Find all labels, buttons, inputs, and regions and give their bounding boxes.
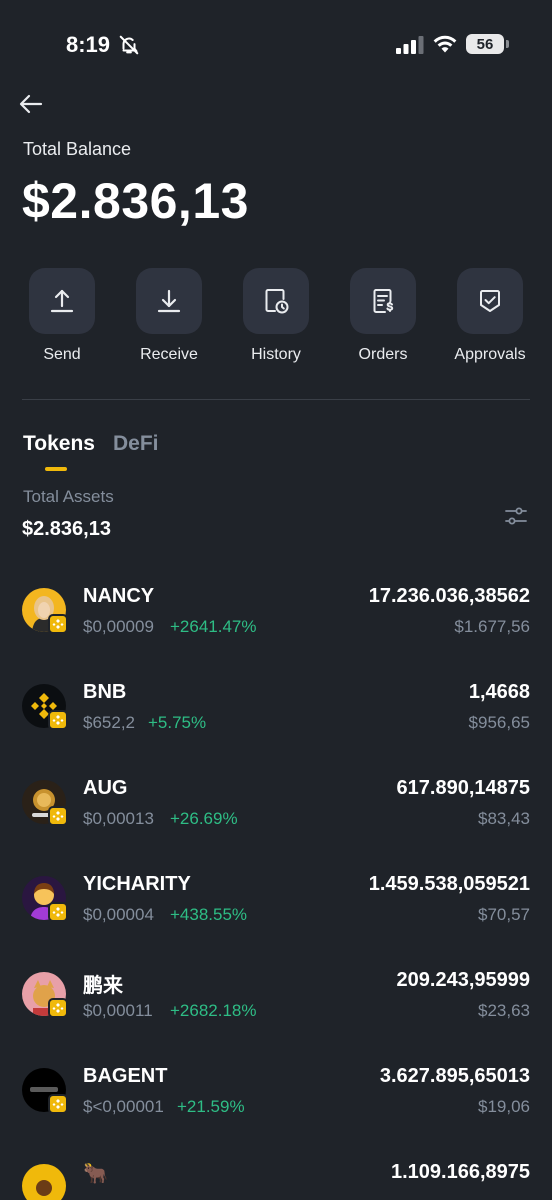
approvals-tile[interactable]: [457, 268, 523, 334]
token-price: $0,00004: [83, 905, 154, 924]
status-bar: 8:19 56: [0, 0, 552, 90]
history-tile[interactable]: [243, 268, 309, 334]
token-price: $0,00011: [83, 1001, 153, 1020]
token-amount: 1.459.538,059521: [368, 873, 530, 895]
token-change: +5.75%: [148, 713, 207, 732]
token-name: YICHARITY: [83, 873, 191, 895]
total-balance-value: $2.836,13: [22, 173, 249, 229]
quick-actions: Send Receive History Orders Approvals: [0, 268, 552, 378]
approvals-label: Approvals: [454, 346, 526, 363]
bnb-chain-badge-icon: [48, 806, 68, 826]
token-amount: 209.243,95999: [396, 969, 530, 991]
token-change: +2682.18%: [170, 1001, 257, 1020]
token-value: $70,57: [478, 905, 530, 924]
orders-icon: [373, 289, 394, 313]
bell-muted-icon: [119, 35, 139, 55]
token-value: $1.677,56: [454, 617, 530, 636]
history-label: History: [251, 346, 301, 363]
orders-button[interactable]: Orders: [337, 268, 429, 364]
total-assets-value: $2.836,13: [22, 518, 111, 540]
token-amount: 1,4668: [468, 681, 530, 703]
token-row-bnb[interactable]: BNB $652,2 +5.75% 1,4668 $956,65: [0, 662, 552, 758]
token-change: +21.59%: [177, 1097, 245, 1116]
token-row-bagent[interactable]: BAGENT $<0,00001 +21.59% 3.627.895,65013…: [0, 1046, 552, 1142]
token-row-aug[interactable]: AUG $0,00013 +26.69% 617.890,14875 $83,4…: [0, 758, 552, 854]
token-row-ox[interactable]: 🐂 1.109.166,8975: [0, 1142, 552, 1200]
back-arrow-icon[interactable]: [18, 92, 44, 116]
token-value: $83,43: [478, 809, 530, 828]
upload-icon: [50, 289, 74, 313]
bnb-chain-badge-icon: [48, 614, 68, 634]
orders-tile[interactable]: [350, 268, 416, 334]
active-tab-indicator: [45, 467, 67, 471]
receive-button[interactable]: Receive: [123, 268, 215, 364]
token-amount: 617.890,14875: [396, 777, 530, 799]
wifi-icon: [433, 35, 457, 53]
ox-coin-icon: [22, 1164, 66, 1200]
token-value: $23,63: [478, 1001, 530, 1020]
token-amount: 1.109.166,8975: [390, 1161, 530, 1183]
approvals-icon: [480, 290, 500, 312]
wallet-screen: 8:19 56 Total Balance $2.836,13 Send Rec…: [0, 0, 552, 1200]
token-change: +26.69%: [170, 809, 238, 828]
token-name: NANCY: [83, 585, 155, 607]
token-change: +2641.47%: [170, 617, 257, 636]
approvals-button[interactable]: Approvals: [444, 268, 536, 364]
token-name: AUG: [83, 777, 128, 799]
token-row-yicharity[interactable]: YICHARITY $0,00004 +438.55% 1.459.538,05…: [0, 854, 552, 950]
token-name: 鹏来: [83, 975, 123, 997]
token-price: $652,2: [83, 713, 135, 732]
send-tile[interactable]: [29, 268, 95, 334]
token-amount: 17.236.036,38562: [368, 585, 530, 607]
token-value: $956,65: [468, 713, 530, 732]
send-button[interactable]: Send: [16, 268, 108, 364]
orders-label: Orders: [358, 346, 408, 363]
token-name: BNB: [83, 681, 127, 703]
section-divider: [22, 399, 530, 400]
total-balance-label: Total Balance: [23, 139, 132, 159]
download-icon: [157, 289, 181, 313]
receive-label: Receive: [140, 346, 198, 363]
token-amount: 3.627.895,65013: [379, 1065, 530, 1087]
tab-tokens[interactable]: Tokens: [23, 432, 95, 456]
token-price: $<0,00001: [83, 1097, 164, 1116]
total-assets-label: Total Assets: [23, 487, 114, 506]
bnb-chain-badge-icon: [48, 1094, 68, 1114]
battery-indicator: 56: [466, 34, 509, 54]
tab-defi[interactable]: DeFi: [113, 432, 159, 456]
send-label: Send: [43, 346, 81, 363]
cellular-signal-icon: [396, 36, 424, 54]
history-icon: [265, 289, 289, 314]
token-name: 🐂: [83, 1163, 108, 1185]
ox-avatar: [22, 1164, 66, 1200]
token-row-penglai[interactable]: 鹏来 $0,00011 +2682.18% 209.243,95999 $23,…: [0, 950, 552, 1046]
bnb-chain-badge-icon: [48, 710, 68, 730]
bnb-chain-badge-icon: [48, 902, 68, 922]
token-price: $0,00013: [83, 809, 154, 828]
history-button[interactable]: History: [230, 268, 322, 364]
receive-tile[interactable]: [136, 268, 202, 334]
token-name: BAGENT: [83, 1065, 168, 1087]
token-change: +438.55%: [170, 905, 248, 924]
token-value: $19,06: [478, 1097, 530, 1116]
token-price: $0,00009: [83, 617, 154, 636]
filter-sliders-icon[interactable]: [503, 503, 529, 529]
bnb-chain-badge-icon: [48, 998, 68, 1018]
status-time: 8:19: [66, 32, 111, 57]
token-row-nancy[interactable]: NANCY $0,00009 +2641.47% 17.236.036,3856…: [0, 566, 552, 662]
